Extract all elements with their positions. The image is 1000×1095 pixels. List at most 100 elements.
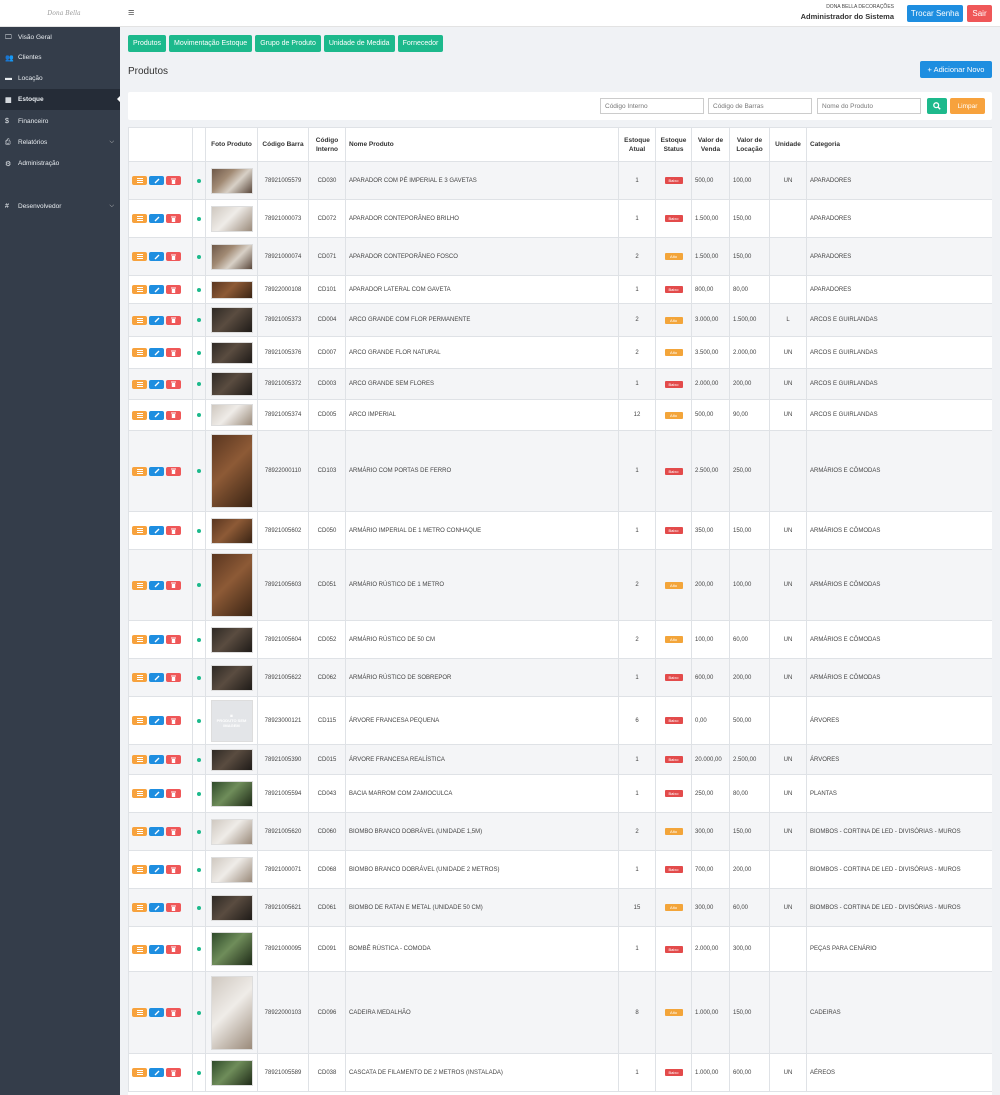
table-row[interactable]: 78921005604 CD052 ARMÁRIO RÚSTICO DE 50 …: [128, 620, 992, 659]
table-row[interactable]: 78921005602 CD050 ARMÁRIO IMPERIAL DE 1 …: [128, 511, 992, 550]
table-row[interactable]: 78921000073 CD072 APARADOR CONTEPORÂNEO …: [128, 199, 992, 238]
edit-button[interactable]: [149, 466, 164, 476]
change-password-button[interactable]: Trocar Senha: [907, 5, 963, 22]
product-thumbnail[interactable]: [210, 1059, 253, 1086]
unit-header[interactable]: Unidade: [769, 127, 807, 162]
view-button[interactable]: [132, 903, 147, 912]
edit-button[interactable]: [149, 526, 164, 535]
product-thumbnail[interactable]: [210, 434, 253, 508]
delete-button[interactable]: [166, 466, 181, 476]
edit-button[interactable]: [149, 348, 164, 357]
table-row[interactable]: 78921005622 CD062 ARMÁRIO RÚSTICO DE SOB…: [128, 658, 992, 697]
view-button[interactable]: [132, 526, 147, 535]
table-row[interactable]: 78921000074 CD071 APARADOR CONTEPORÂNEO …: [128, 237, 992, 276]
subnav-fornecedor-button[interactable]: Fornecedor: [397, 35, 444, 52]
view-button[interactable]: [132, 285, 147, 294]
edit-button[interactable]: [149, 944, 164, 954]
delete-button[interactable]: [166, 1008, 181, 1017]
delete-button[interactable]: [166, 410, 181, 420]
status-header[interactable]: Estoque Status: [655, 127, 692, 162]
product-thumbnail[interactable]: [210, 780, 253, 807]
sidebar-item-financeiro[interactable]: $ Financeiro: [0, 111, 120, 132]
product-thumbnail[interactable]: [210, 243, 253, 270]
edit-button[interactable]: [149, 716, 164, 725]
delete-button[interactable]: [166, 176, 181, 185]
view-button[interactable]: [132, 580, 147, 590]
delete-button[interactable]: [166, 903, 181, 912]
product-thumbnail[interactable]: [210, 167, 253, 194]
subnav-unidade-button[interactable]: Unidade de Medida: [323, 35, 395, 52]
product-thumbnail[interactable]: [210, 818, 253, 845]
delete-button[interactable]: [166, 944, 181, 954]
edit-button[interactable]: [149, 673, 164, 682]
edit-button[interactable]: [149, 214, 164, 223]
view-button[interactable]: [132, 1068, 147, 1077]
delete-button[interactable]: [166, 348, 181, 357]
table-row[interactable]: 78922000110 CD103 ARMÁRIO COM PORTAS DE …: [128, 430, 992, 512]
edit-button[interactable]: [149, 252, 164, 261]
subnav-grupo-button[interactable]: Grupo de Produto: [255, 35, 321, 52]
table-row[interactable]: 78921005620 CD060 BIOMBO BRANCO DOBRÁVEL…: [128, 812, 992, 851]
view-button[interactable]: [132, 410, 147, 420]
table-row[interactable]: 78921005373 CD004 ARCO GRANDE COM FLOR P…: [128, 303, 992, 337]
sidebar-item-locacao[interactable]: ▬ Locação: [0, 68, 120, 89]
logout-button[interactable]: Sair: [967, 5, 992, 22]
delete-button[interactable]: [166, 285, 181, 294]
delete-button[interactable]: [166, 379, 181, 389]
delete-button[interactable]: [166, 827, 181, 836]
delete-button[interactable]: [166, 789, 181, 798]
edit-button[interactable]: [149, 176, 164, 185]
edit-button[interactable]: [149, 755, 164, 764]
product-thumbnail[interactable]: [210, 975, 253, 1050]
clear-button[interactable]: Limpar: [950, 98, 985, 114]
edit-button[interactable]: [149, 410, 164, 420]
table-row[interactable]: 78921005390 CD015 ÁRVORE FRANCESA REALÍS…: [128, 744, 992, 775]
edit-button[interactable]: [149, 789, 164, 798]
view-button[interactable]: [132, 789, 147, 798]
product-thumbnail[interactable]: [210, 553, 253, 617]
delete-button[interactable]: [166, 865, 181, 874]
view-button[interactable]: [132, 315, 147, 325]
view-button[interactable]: [132, 176, 147, 185]
logo[interactable]: Dona Bella: [0, 0, 128, 27]
barcode-input[interactable]: [708, 98, 812, 114]
menu-toggle-icon[interactable]: ≡: [128, 7, 134, 19]
table-row[interactable]: 78921005376 CD007 ARCO GRANDE FLOR NATUR…: [128, 336, 992, 369]
sidebar-item-relatorios[interactable]: ⎙ Relatórios ⌵: [0, 132, 120, 153]
edit-button[interactable]: [149, 580, 164, 590]
table-row[interactable]: 78922000103 CD096 CADEIRA MEDALHÃO 8 Alt…: [128, 971, 992, 1054]
delete-button[interactable]: [166, 214, 181, 223]
delete-button[interactable]: [166, 673, 181, 682]
view-button[interactable]: [132, 673, 147, 682]
product-thumbnail[interactable]: [210, 626, 253, 653]
internal-code-input[interactable]: [600, 98, 704, 114]
table-row[interactable]: 78921005579 CD030 APARADOR COM PÉ IMPERI…: [128, 161, 992, 200]
view-button[interactable]: [132, 348, 147, 357]
edit-button[interactable]: [149, 827, 164, 836]
product-thumbnail[interactable]: [210, 280, 253, 299]
table-row[interactable]: 78921005374 CD005 ARCO IMPERIAL 12 Alto …: [128, 399, 992, 431]
delete-button[interactable]: [166, 1068, 181, 1077]
delete-button[interactable]: [166, 526, 181, 535]
view-button[interactable]: [132, 1008, 147, 1017]
sidebar-item-visao-geral[interactable]: 🖵 Visão Geral: [0, 27, 120, 48]
view-button[interactable]: [132, 944, 147, 954]
barcode-header[interactable]: Código Barra: [257, 127, 309, 162]
search-button[interactable]: [927, 98, 947, 114]
edit-button[interactable]: [149, 635, 164, 644]
view-button[interactable]: [132, 716, 147, 725]
sidebar-item-estoque[interactable]: ▦ Estoque: [0, 89, 121, 110]
table-row[interactable]: 78921000071 CD068 BIOMBO BRANCO DOBRÁVEL…: [128, 850, 992, 889]
product-thumbnail[interactable]: [210, 932, 253, 966]
table-row[interactable]: 78921005594 CD043 BACIA MARROM COM ZAMIO…: [128, 774, 992, 813]
name-header[interactable]: Nome Produto: [345, 127, 619, 162]
product-thumbnail[interactable]: [210, 341, 253, 364]
edit-button[interactable]: [149, 379, 164, 389]
product-thumbnail[interactable]: [210, 748, 253, 771]
view-button[interactable]: [132, 635, 147, 644]
table-row[interactable]: 78921005372 CD003 ARCO GRANDE SEM FLORES…: [128, 368, 992, 400]
product-thumbnail[interactable]: [210, 205, 253, 232]
product-thumbnail[interactable]: [210, 856, 253, 883]
rent-value-header[interactable]: Valor de Locação: [729, 127, 770, 162]
delete-button[interactable]: [166, 635, 181, 644]
